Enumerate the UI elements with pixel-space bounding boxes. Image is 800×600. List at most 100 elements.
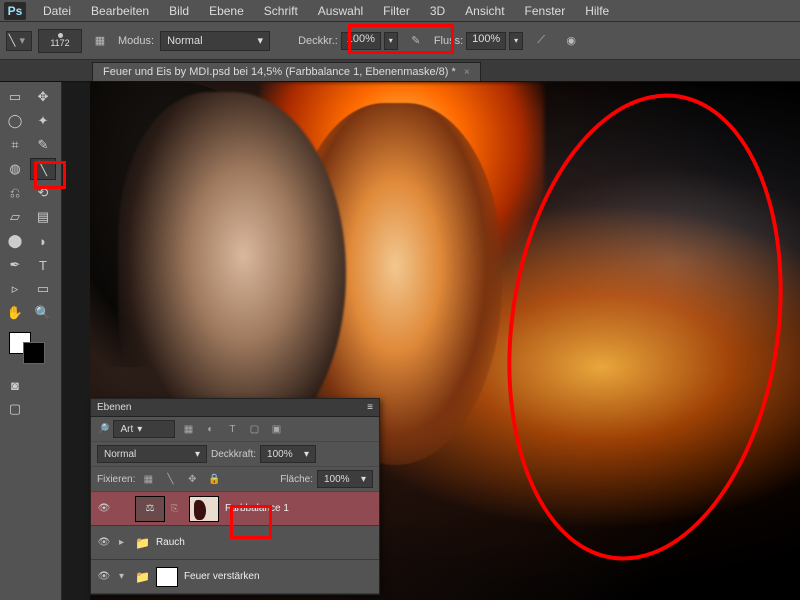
layer-name[interactable]: Rauch [156, 537, 185, 548]
menu-filter[interactable]: Filter [374, 2, 419, 20]
layer-opacity-field[interactable]: 100% ▾ [260, 445, 316, 463]
menu-select[interactable]: Auswahl [309, 2, 372, 20]
tool-history-brush[interactable]: ⟲ [30, 182, 56, 204]
layer-row-farbbalance[interactable]: 👁 ⚖ ⎘ Farbbalance 1 [91, 492, 379, 526]
layer-name[interactable]: Farbbalance 1 [225, 503, 289, 514]
filter-adjust-icon[interactable]: ◐ [201, 421, 219, 437]
tool-eraser[interactable]: ▱ [2, 206, 28, 228]
tool-dodge[interactable]: ◗ [30, 230, 56, 252]
tool-gradient[interactable]: ▤ [30, 206, 56, 228]
layer-opacity-label: Deckkraft: [211, 449, 256, 460]
tool-brush[interactable]: ╲ [30, 158, 56, 180]
menu-image[interactable]: Bild [160, 2, 198, 20]
blend-mode-select[interactable]: Normal ▾ [160, 31, 270, 51]
lock-position-icon[interactable]: ✥ [183, 471, 201, 487]
layers-tab-header: Ebenen ≡ [91, 399, 379, 417]
chevron-down-icon: ▾ [361, 474, 366, 485]
document-tab-bar: Feuer und Eis by MDI.psd bei 14,5% (Farb… [0, 60, 800, 82]
tool-move[interactable]: ✥ [30, 86, 56, 108]
filter-pixel-icon[interactable]: ▦ [179, 421, 197, 437]
pressure-size-icon[interactable]: ◉ [559, 30, 583, 52]
screenmode-toggle[interactable]: ▢ [2, 398, 28, 420]
tool-clone[interactable]: ⎌ [2, 182, 28, 204]
layer-blend-select[interactable]: Normal ▾ [97, 445, 207, 463]
lock-label: Fixieren: [97, 474, 135, 485]
background-swatch[interactable] [23, 342, 45, 364]
layer-row-feuer[interactable]: 👁 ▾ 📁 Feuer verstärken [91, 560, 379, 594]
filter-smart-icon[interactable]: ▣ [267, 421, 285, 437]
link-icon[interactable]: ⎘ [171, 503, 183, 514]
lock-pixels-icon[interactable]: ╲ [161, 471, 179, 487]
mode-label: Modus: [118, 35, 154, 47]
chevron-down-icon: ▾ [258, 34, 264, 47]
tool-lasso[interactable]: ◯ [2, 110, 28, 132]
menu-view[interactable]: Ansicht [456, 2, 513, 20]
layer-blend-value: Normal [104, 449, 136, 460]
opacity-label: Deckkr.: [298, 35, 338, 47]
menu-type[interactable]: Schrift [255, 2, 307, 20]
layers-tab-label[interactable]: Ebenen [97, 402, 131, 413]
airbrush-toggle-icon[interactable]: ⟋ [529, 30, 553, 52]
layer-opacity-value: 100% [267, 449, 293, 460]
brush-panel-toggle-icon[interactable]: ▦ [88, 30, 112, 52]
tool-blur[interactable]: ⬤ [2, 230, 28, 252]
document-tab[interactable]: Feuer und Eis by MDI.psd bei 14,5% (Farb… [92, 62, 481, 81]
toolbox: ▭✥ ◯✦ ⌗✎ ◍╲ ⎌⟲ ▱▤ ⬤◗ ✒T ▹▭ ✋🔍 ◙ ▢ [0, 82, 62, 600]
balance-icon: ⚖ [146, 503, 155, 514]
group-mask-thumb[interactable] [156, 567, 178, 587]
tool-type[interactable]: T [30, 254, 56, 276]
tool-heal[interactable]: ◍ [2, 158, 28, 180]
visibility-toggle-icon[interactable]: 👁 [95, 503, 113, 514]
fill-label: Fläche: [280, 474, 313, 485]
search-icon[interactable]: 🔎 [97, 424, 109, 435]
menu-window[interactable]: Fenster [516, 2, 575, 20]
visibility-toggle-icon[interactable]: 👁 [95, 571, 113, 582]
flow-field[interactable]: 100% [466, 32, 506, 50]
expand-icon[interactable]: ▾ [119, 571, 129, 582]
lock-transparent-icon[interactable]: ▦ [139, 471, 157, 487]
menu-3d[interactable]: 3D [421, 2, 454, 20]
pressure-opacity-icon[interactable]: ✎ [404, 30, 428, 52]
close-icon[interactable]: × [464, 67, 470, 78]
layer-mask-thumb[interactable] [189, 496, 219, 522]
visibility-toggle-icon[interactable]: 👁 [95, 537, 113, 548]
menu-help[interactable]: Hilfe [576, 2, 618, 20]
menu-edit[interactable]: Bearbeiten [82, 2, 158, 20]
layer-fill-field[interactable]: 100% ▾ [317, 470, 373, 488]
expand-icon[interactable]: ▸ [119, 537, 129, 548]
folder-icon: 📁 [135, 570, 150, 584]
layer-row-rauch[interactable]: 👁 ▸ 📁 Rauch [91, 526, 379, 560]
current-tool-icon[interactable]: ╲▾ [6, 31, 32, 51]
tool-zoom[interactable]: 🔍 [30, 302, 56, 324]
filter-type-icon[interactable]: T [223, 421, 241, 437]
brush-preset-picker[interactable]: 1172 [38, 29, 82, 53]
brush-icon: ╲ [9, 34, 16, 47]
lock-all-icon[interactable]: 🔒 [205, 471, 223, 487]
quickmask-toggle[interactable]: ◙ [2, 374, 28, 396]
chevron-down-icon: ▾ [304, 449, 309, 460]
layer-filter-select[interactable]: Art ▾ [113, 420, 175, 438]
menu-layer[interactable]: Ebene [200, 2, 253, 20]
layer-name[interactable]: Feuer verstärken [184, 571, 260, 582]
panel-menu-icon[interactable]: ≡ [367, 402, 373, 413]
tool-path-select[interactable]: ▹ [2, 278, 28, 300]
chevron-down-icon: ▾ [137, 424, 142, 435]
filter-shape-icon[interactable]: ▢ [245, 421, 263, 437]
flow-dropdown[interactable]: ▾ [509, 32, 523, 50]
opacity-dropdown[interactable]: ▾ [384, 32, 398, 50]
tool-eyedropper[interactable]: ✎ [30, 134, 56, 156]
tool-marquee[interactable]: ▭ [2, 86, 28, 108]
tool-wand[interactable]: ✦ [30, 110, 56, 132]
tool-shape[interactable]: ▭ [30, 278, 56, 300]
menu-file[interactable]: Datei [34, 2, 80, 20]
adjustment-thumb[interactable]: ⚖ [135, 496, 165, 522]
folder-icon: 📁 [135, 536, 150, 550]
layer-fill-value: 100% [324, 474, 350, 485]
tool-hand[interactable]: ✋ [2, 302, 28, 324]
document-title: Feuer und Eis by MDI.psd bei 14,5% (Farb… [103, 66, 456, 78]
color-swatches[interactable] [9, 332, 53, 366]
tool-pen[interactable]: ✒ [2, 254, 28, 276]
tool-crop[interactable]: ⌗ [2, 134, 28, 156]
flow-label: Fluss: [434, 35, 463, 47]
opacity-field[interactable]: 100% [341, 32, 381, 50]
